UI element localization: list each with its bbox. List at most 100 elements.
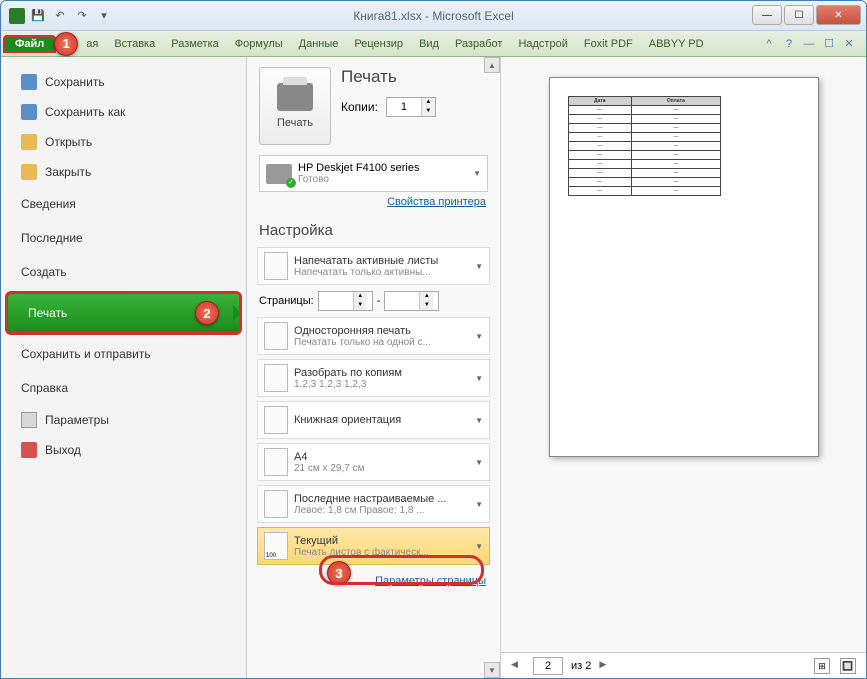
page-total-label: из 2	[571, 660, 591, 672]
sidebar-close[interactable]: Закрыть	[1, 157, 246, 187]
window-title: Книга81.xlsx - Microsoft Excel	[353, 9, 513, 23]
dropdown-icon: ▼	[475, 458, 483, 467]
sidebar-save[interactable]: Сохранить	[1, 67, 246, 97]
printer-selector[interactable]: HP Deskjet F4100 series Готово ▼	[259, 155, 488, 192]
dropdown-icon: ▼	[475, 374, 483, 383]
dropdown-icon: ▼	[475, 416, 483, 425]
badge-1: 1	[54, 32, 78, 56]
tab-foxit[interactable]: Foxit PDF	[576, 35, 641, 53]
quick-access-toolbar: 💾 ↶ ↷ ▾	[1, 7, 113, 25]
tab-layout[interactable]: Разметка	[163, 35, 227, 53]
preview-statusbar: ◀ из 2 ▶ ⊞ 🔲	[501, 652, 866, 678]
tab-file[interactable]: Файл	[3, 35, 56, 53]
current-page-input[interactable]	[533, 657, 563, 675]
sidebar-saveas[interactable]: Сохранить как	[1, 97, 246, 127]
win-close-icon[interactable]: ✕	[842, 37, 856, 51]
printer-name: HP Deskjet F4100 series	[298, 162, 419, 174]
tab-insert[interactable]: Вставка	[106, 35, 163, 53]
maximize-button[interactable]: ☐	[784, 5, 814, 25]
pages-label: Страницы:	[259, 295, 314, 307]
tab-abbyy[interactable]: ABBYY PD	[641, 35, 712, 53]
minimize-button[interactable]: —	[752, 5, 782, 25]
settings-heading: Настройка	[247, 216, 500, 245]
win-min-icon[interactable]: —	[802, 37, 816, 51]
page-from-input[interactable]	[319, 292, 353, 310]
qat-undo-icon[interactable]: ↶	[51, 7, 69, 25]
dropdown-icon: ▼	[473, 169, 481, 178]
page-to-spinner[interactable]: ▲▼	[384, 291, 439, 311]
badge-2: 2	[195, 301, 219, 325]
ribbon-min-icon[interactable]: ^	[762, 37, 776, 51]
next-page-button[interactable]: ▶	[599, 659, 613, 673]
preview-page: ДатаОплата —————— —————— —————— ——	[549, 77, 819, 457]
ribbon-tabs: Файл 1 ая Вставка Разметка Формулы Данны…	[1, 31, 866, 57]
page-to-input[interactable]	[385, 292, 419, 310]
tab-formulas[interactable]: Формулы	[227, 35, 291, 53]
setting-sides[interactable]: Односторонняя печатьПечатать только на о…	[257, 317, 490, 355]
qat-redo-icon[interactable]: ↷	[73, 7, 91, 25]
zoom-to-page-icon[interactable]: 🔲	[840, 658, 856, 674]
copies-label: Копии:	[341, 100, 378, 114]
printer-properties-link[interactable]: Свойства принтера	[247, 196, 500, 216]
setting-paper[interactable]: A421 см x 29,7 см ▼	[257, 443, 490, 481]
sheets-icon	[264, 252, 288, 280]
excel-icon	[9, 8, 25, 24]
tab-view[interactable]: Вид	[411, 35, 447, 53]
qat-more-icon[interactable]: ▾	[95, 7, 113, 25]
tab-home-cut[interactable]: ая	[78, 35, 106, 53]
setting-print-what[interactable]: Напечатать активные листыНапечатать толь…	[257, 247, 490, 285]
margins-icon	[264, 490, 288, 518]
close-button[interactable]: ✕	[816, 5, 861, 25]
scroll-down-icon[interactable]: ▼	[484, 662, 500, 678]
tab-addins[interactable]: Надстрой	[510, 35, 575, 53]
page-setup-link[interactable]: Параметры страницы	[375, 575, 486, 587]
save-icon	[21, 74, 37, 90]
saveas-icon	[21, 104, 37, 120]
options-icon	[21, 412, 37, 428]
spin-down-icon[interactable]: ▼	[422, 107, 435, 116]
setting-margins[interactable]: Последние настраиваемые ...Левое: 1,8 см…	[257, 485, 490, 523]
spin-up-icon[interactable]: ▲	[422, 98, 435, 107]
dropdown-icon: ▼	[475, 262, 483, 271]
preview-area: ДатаОплата —————— —————— —————— ——	[501, 57, 866, 652]
printer-status: Готово	[298, 174, 419, 185]
page-from-spinner[interactable]: ▲▼	[318, 291, 373, 311]
tab-developer[interactable]: Разработ	[447, 35, 510, 53]
win-restore-icon[interactable]: ☐	[822, 37, 836, 51]
orientation-icon	[264, 406, 288, 434]
sidebar-new[interactable]: Создать	[1, 255, 246, 289]
show-margins-icon[interactable]: ⊞	[814, 658, 830, 674]
collate-icon	[264, 364, 288, 392]
tab-review[interactable]: Рецензир	[346, 35, 411, 53]
sidebar-options[interactable]: Параметры	[1, 405, 246, 435]
sidebar-exit[interactable]: Выход	[1, 435, 246, 465]
sidebar-help[interactable]: Справка	[1, 371, 246, 405]
sidebar-open[interactable]: Открыть	[1, 127, 246, 157]
exit-icon	[21, 442, 37, 458]
paper-icon	[264, 448, 288, 476]
preview-table: ДатаОплата —————— —————— —————— ——	[568, 96, 721, 196]
sidebar-print[interactable]: Печать 2	[5, 291, 242, 335]
copies-input[interactable]	[387, 98, 421, 116]
printer-status-icon	[266, 164, 292, 184]
copies-spinner[interactable]: ▲▼	[386, 97, 436, 117]
sidebar-info[interactable]: Сведения	[1, 187, 246, 221]
setting-scale[interactable]: 100 ТекущийПечать листов с фактическ... …	[257, 527, 490, 565]
dropdown-icon: ▼	[475, 542, 483, 551]
help-icon[interactable]: ?	[782, 37, 796, 51]
titlebar: 💾 ↶ ↷ ▾ Книга81.xlsx - Microsoft Excel —…	[1, 1, 866, 31]
scroll-up-icon[interactable]: ▲	[484, 57, 500, 73]
prev-page-button[interactable]: ◀	[511, 659, 525, 673]
setting-collate[interactable]: Разобрать по копиям1,2,3 1,2,3 1,2,3 ▼	[257, 359, 490, 397]
setting-orientation[interactable]: Книжная ориентация ▼	[257, 401, 490, 439]
print-button[interactable]: Печать	[259, 67, 331, 145]
print-title: Печать	[341, 67, 488, 87]
sidebar-share[interactable]: Сохранить и отправить	[1, 337, 246, 371]
close-icon	[21, 164, 37, 180]
open-icon	[21, 134, 37, 150]
tab-data[interactable]: Данные	[291, 35, 347, 53]
print-settings-panel: ▲ Печать Печать Копии: ▲▼	[246, 57, 501, 678]
qat-save-icon[interactable]: 💾	[29, 7, 47, 25]
sidebar-recent[interactable]: Последние	[1, 221, 246, 255]
printer-icon	[277, 83, 313, 111]
